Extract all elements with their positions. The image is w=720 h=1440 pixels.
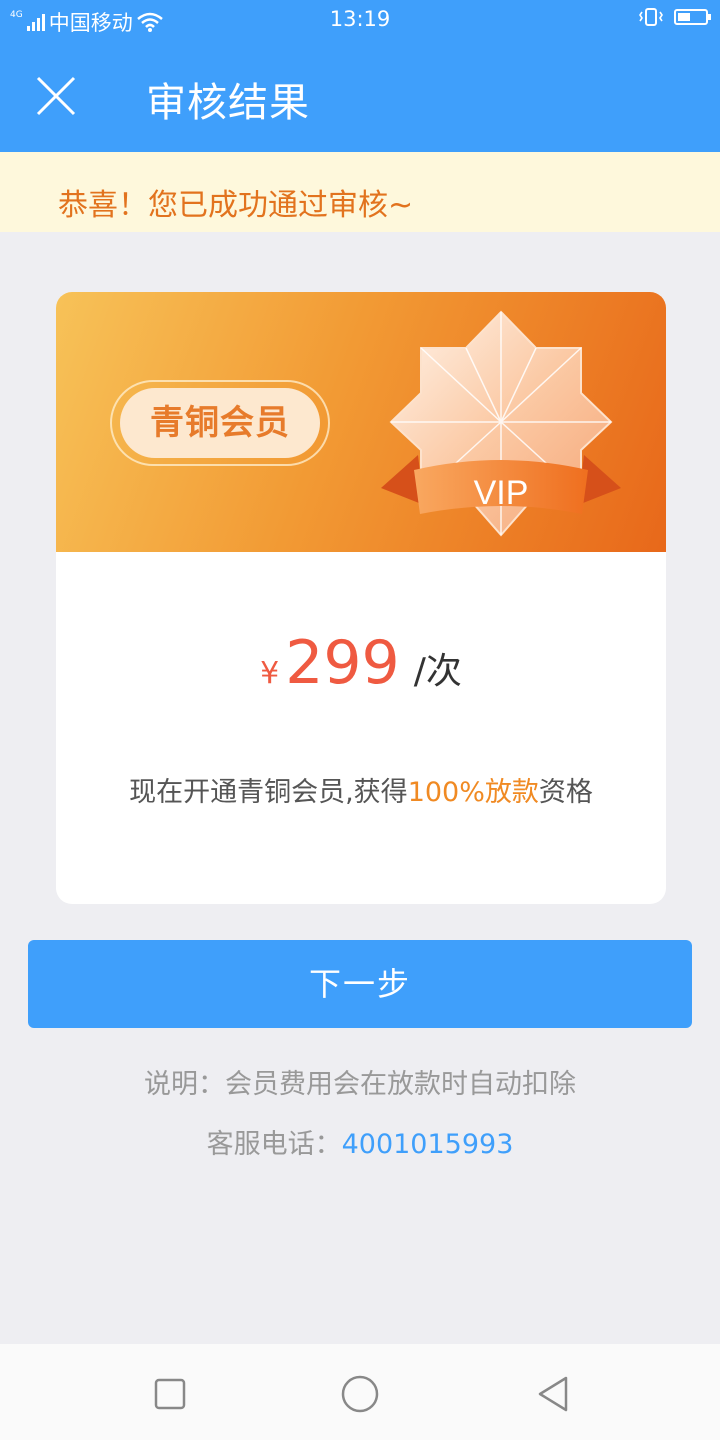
- page-title: 审核结果: [146, 80, 310, 126]
- card-banner: 青铜会员 VIP: [56, 292, 666, 552]
- app-bar: 审核结果: [0, 38, 720, 152]
- success-notice: 恭喜！您已成功通过审核~: [0, 152, 720, 232]
- battery-icon: [674, 9, 711, 25]
- vibrate-icon: [639, 8, 663, 26]
- benefit-text: 现在开通青铜会员,获得100%放款资格: [56, 770, 666, 809]
- status-bar: 4G 中国移动 13:19: [0, 0, 720, 38]
- status-right: [638, 7, 711, 27]
- benefit-suffix: 资格: [538, 777, 593, 808]
- system-nav-bar: [0, 1344, 720, 1440]
- square-icon: [154, 1378, 186, 1410]
- price-row: ¥299/次: [56, 628, 666, 698]
- notice-text: 恭喜！您已成功通过审核~: [58, 188, 414, 223]
- membership-card: 青铜会员 VIP ¥ 299 /次 现在开通青铜会员,获得100%放款资格: [56, 292, 666, 904]
- price-unit: /次: [413, 651, 462, 692]
- price-amount: 299: [285, 628, 400, 698]
- close-button[interactable]: [32, 72, 80, 120]
- next-step-button[interactable]: 下一步: [28, 940, 692, 1028]
- vip-star-emblem: VIP: [381, 310, 621, 537]
- currency-symbol: ¥: [260, 656, 280, 691]
- benefit-prefix: 现在开通青铜会员,获得: [129, 777, 408, 808]
- hotline-label: 客服电话：: [206, 1129, 342, 1160]
- hotline-number-link[interactable]: 4001015993: [342, 1129, 514, 1160]
- back-button[interactable]: [534, 1374, 574, 1414]
- back-triangle-icon: [538, 1376, 568, 1412]
- tier-badge: 青铜会员: [110, 380, 330, 466]
- service-hotline: 客服电话：4001015993: [0, 1122, 720, 1161]
- circle-icon: [341, 1375, 379, 1413]
- home-button[interactable]: [340, 1374, 380, 1414]
- vip-badge-text: VIP: [474, 474, 529, 512]
- benefit-highlight: 100%放款: [407, 777, 539, 808]
- tier-label: 青铜会员: [120, 388, 320, 458]
- close-icon: [36, 76, 76, 116]
- fee-note: 说明：会员费用会在放款时自动扣除: [144, 1069, 576, 1100]
- status-time: 13:19: [329, 7, 391, 31]
- recents-button[interactable]: [150, 1374, 190, 1414]
